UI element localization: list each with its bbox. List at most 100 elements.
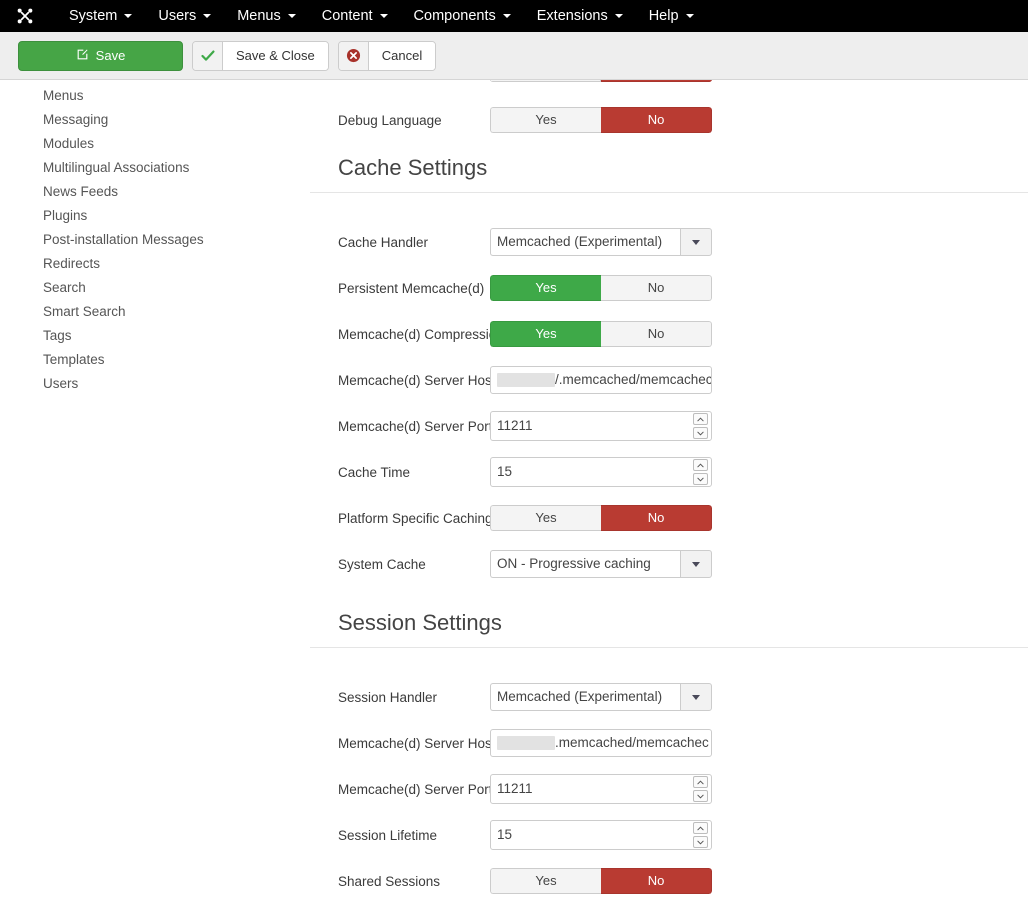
redaction-block	[497, 373, 555, 387]
cut-off-toggle[interactable]: Yes No	[490, 80, 712, 82]
debug-language-no[interactable]: No	[601, 107, 712, 133]
sidebar-item-messaging[interactable]: Messaging	[0, 108, 310, 132]
row-persistent-memcache: Persistent Memcache(d) Yes No	[310, 265, 1028, 311]
debug-language-yes[interactable]: Yes	[490, 107, 601, 133]
shared-sessions-yes[interactable]: Yes	[490, 868, 601, 894]
nav-item-content[interactable]: Content	[309, 0, 401, 32]
sidebar-item-plugins[interactable]: Plugins	[0, 204, 310, 228]
joomla-logo-icon[interactable]	[14, 5, 36, 27]
session-handler-select[interactable]: Memcached (Experimental)	[490, 683, 712, 711]
stepper-up-icon[interactable]	[693, 822, 708, 834]
sidebar-item-templates[interactable]: Templates	[0, 348, 310, 372]
session-lifetime-label: Session Lifetime	[338, 827, 438, 843]
stepper-buttons[interactable]	[693, 776, 708, 802]
stepper-down-icon[interactable]	[693, 836, 708, 848]
row-shared-sessions: Shared Sessions Yes No	[310, 858, 1028, 904]
cancel-button[interactable]: Cancel	[337, 40, 437, 71]
row-cache-server-host: Memcache(d) Server Host /.memcached/memc…	[310, 357, 1028, 403]
sidebar-item-post-installation-messages[interactable]: Post-installation Messages	[0, 228, 310, 252]
sidebar-item-label: Tags	[43, 328, 72, 343]
memcache-compression-yes[interactable]: Yes	[490, 321, 601, 347]
cut-off-toggle-no[interactable]: No	[601, 80, 712, 82]
debug-language-label: Debug Language	[338, 112, 442, 128]
cache-settings-heading: Cache Settings	[310, 155, 1028, 193]
system-cache-select[interactable]: ON - Progressive caching	[490, 550, 712, 578]
nav-item-components[interactable]: Components	[401, 0, 524, 32]
session-lifetime-stepper[interactable]: 15	[490, 820, 712, 850]
platform-specific-caching-no[interactable]: No	[601, 505, 712, 531]
platform-specific-caching-label: Platform Specific Caching	[338, 510, 493, 526]
sidebar-item-label: Redirects	[43, 256, 101, 271]
nav-item-system[interactable]: System	[56, 0, 145, 32]
chevron-down-icon[interactable]	[680, 683, 712, 711]
cache-handler-select[interactable]: Memcached (Experimental)	[490, 228, 712, 256]
nav-item-label: System	[69, 8, 118, 24]
nav-item-label: Menus	[237, 8, 281, 24]
sidebar-item-menus[interactable]: Menus	[0, 84, 310, 108]
stepper-up-icon[interactable]	[693, 776, 708, 788]
stepper-up-icon[interactable]	[693, 459, 708, 471]
sidebar-item-redirects[interactable]: Redirects	[0, 252, 310, 276]
chevron-down-icon[interactable]	[680, 228, 712, 256]
sidebar-item-label: Templates	[43, 352, 105, 367]
sidebar-item-news-feeds[interactable]: News Feeds	[0, 180, 310, 204]
sidebar-item-smart-search[interactable]: Smart Search	[0, 300, 310, 324]
stepper-buttons[interactable]	[693, 459, 708, 485]
sidebar-item-multilingual-associations[interactable]: Multilingual Associations	[0, 156, 310, 180]
sidebar-item-label: News Feeds	[43, 184, 119, 199]
stepper-down-icon[interactable]	[693, 473, 708, 485]
memcache-compression-label: Memcache(d) Compression	[338, 326, 504, 342]
row-session-handler: Session Handler Memcached (Experimental)	[310, 674, 1028, 720]
shared-sessions-no[interactable]: No	[601, 868, 712, 894]
chevron-down-icon[interactable]	[680, 550, 712, 578]
sidebar-item-label: Messaging	[43, 112, 109, 127]
cache-handler-value: Memcached (Experimental)	[490, 228, 680, 256]
sidebar-item-search[interactable]: Search	[0, 276, 310, 300]
cache-server-host-input[interactable]: /.memcached/memcachec	[490, 366, 712, 394]
session-server-port-input[interactable]: 11211	[490, 774, 712, 804]
shared-sessions-toggle[interactable]: Yes No	[490, 868, 712, 894]
session-server-port-stepper[interactable]: 11211	[490, 774, 712, 804]
nav-item-menus[interactable]: Menus	[224, 0, 309, 32]
save-button[interactable]: Save	[18, 40, 183, 71]
platform-specific-caching-yes[interactable]: Yes	[490, 505, 601, 531]
sidebar-item-users[interactable]: Users	[0, 372, 310, 396]
nav-item-users[interactable]: Users	[145, 0, 224, 32]
stepper-down-icon[interactable]	[693, 790, 708, 802]
stepper-down-icon[interactable]	[693, 427, 708, 439]
sidebar-item-modules[interactable]: Modules	[0, 132, 310, 156]
memcache-compression-toggle[interactable]: Yes No	[490, 321, 712, 347]
sidebar-item-label: Multilingual Associations	[43, 160, 190, 175]
stepper-up-icon[interactable]	[693, 413, 708, 425]
memcache-compression-no[interactable]: No	[601, 321, 712, 347]
chevron-down-icon	[379, 14, 388, 18]
persistent-memcache-label: Persistent Memcache(d)	[338, 280, 485, 296]
save-and-close-button[interactable]: Save & Close	[192, 40, 329, 71]
nav-item-help[interactable]: Help	[636, 0, 707, 32]
session-handler-value: Memcached (Experimental)	[490, 683, 680, 711]
cut-off-toggle-yes[interactable]: Yes	[490, 80, 601, 82]
cache-time-label: Cache Time	[338, 464, 411, 480]
system-cache-label: System Cache	[338, 556, 426, 572]
nav-item-extensions[interactable]: Extensions	[524, 0, 636, 32]
cache-time-input[interactable]: 15	[490, 457, 712, 487]
sidebar-item-label: Post-installation Messages	[43, 232, 204, 247]
cache-server-port-stepper[interactable]: 11211	[490, 411, 712, 441]
cancel-label: Cancel	[368, 41, 436, 70]
platform-specific-caching-toggle[interactable]: Yes No	[490, 505, 712, 531]
cache-server-port-input[interactable]: 11211	[490, 411, 712, 441]
session-server-host-input[interactable]: .memcached/memcachec	[490, 729, 712, 757]
row-cache-time: Cache Time 15	[310, 449, 1028, 495]
sidebar-item-tags[interactable]: Tags	[0, 324, 310, 348]
persistent-memcache-yes[interactable]: Yes	[490, 275, 601, 301]
cancel-circle-icon	[338, 41, 369, 70]
persistent-memcache-toggle[interactable]: Yes No	[490, 275, 712, 301]
persistent-memcache-no[interactable]: No	[601, 275, 712, 301]
cache-handler-label: Cache Handler	[338, 234, 429, 250]
session-lifetime-input[interactable]: 15	[490, 820, 712, 850]
stepper-buttons[interactable]	[693, 822, 708, 848]
cache-time-stepper[interactable]: 15	[490, 457, 712, 487]
session-server-host-label: Memcache(d) Server Host	[338, 735, 496, 751]
debug-language-toggle[interactable]: Yes No	[490, 107, 712, 133]
stepper-buttons[interactable]	[693, 413, 708, 439]
